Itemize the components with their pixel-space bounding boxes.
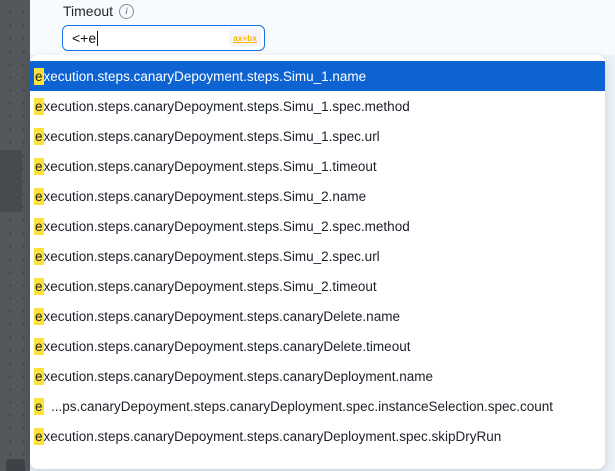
suggestion-option[interactable]: execution.steps.canaryDepoyment.steps.Si… [30, 91, 605, 121]
suggestion-option[interactable]: execution.steps.canaryDepoyment.steps.Si… [30, 151, 605, 181]
suggestion-option[interactable]: e ...ps.canaryDepoyment.steps.canaryDepl… [30, 391, 605, 421]
suggestion-text: ...ps.canaryDepoyment.steps.canaryDeploy… [44, 399, 554, 414]
timeout-input-value: <+e [72, 30, 96, 46]
suggestion-text: xecution.steps.canaryDepoyment.steps.can… [44, 339, 411, 354]
suggestion-option[interactable]: execution.steps.canaryDepoyment.steps.Si… [30, 271, 605, 301]
match-highlight: e [34, 278, 44, 295]
suggestion-option[interactable]: execution.steps.canaryDepoyment.steps.ca… [30, 331, 605, 361]
expression-type-badge[interactable]: ax+bx [229, 29, 261, 47]
suggestion-option[interactable]: execution.steps.canaryDepoyment.steps.ca… [30, 301, 605, 331]
suggestion-text: xecution.steps.canaryDepoyment.steps.Sim… [44, 129, 380, 144]
canvas-block [0, 150, 22, 212]
suggestion-option[interactable]: execution.steps.canaryDepoyment.steps.ca… [30, 421, 605, 451]
match-highlight: e [34, 248, 44, 265]
suggestion-text: xecution.steps.canaryDepoyment.steps.can… [44, 369, 433, 384]
timeout-field-label-row: Timeout i [63, 3, 134, 19]
timeout-field-label: Timeout [63, 3, 113, 19]
match-highlight: e [34, 338, 44, 355]
match-highlight: e [34, 98, 44, 115]
expression-suggestions-dropdown: execution.steps.canaryDepoyment.steps.Si… [30, 55, 605, 469]
suggestion-option[interactable]: execution.steps.canaryDepoyment.steps.ca… [30, 361, 605, 391]
match-highlight: e [34, 428, 44, 445]
pipeline-canvas-strip[interactable] [0, 0, 30, 471]
suggestion-text: xecution.steps.canaryDepoyment.steps.Sim… [44, 189, 367, 204]
match-highlight: e [34, 398, 44, 415]
match-highlight: e [34, 128, 44, 145]
info-icon[interactable]: i [119, 4, 134, 19]
suggestion-text: xecution.steps.canaryDepoyment.steps.Sim… [44, 159, 377, 174]
timeout-input[interactable]: <+e ax+bx [62, 25, 265, 51]
suggestion-text: xecution.steps.canaryDepoyment.steps.can… [44, 309, 400, 324]
suggestion-text: xecution.steps.canaryDepoyment.steps.can… [44, 429, 502, 444]
text-cursor [97, 31, 98, 46]
match-highlight: e [34, 68, 44, 85]
suggestion-option[interactable]: execution.steps.canaryDepoyment.steps.Si… [30, 121, 605, 151]
screen: Timeout i <+e ax+bx execution.steps.cana… [0, 0, 615, 471]
match-highlight: e [34, 308, 44, 325]
match-highlight: e [34, 218, 44, 235]
suggestion-text: xecution.steps.canaryDepoyment.steps.Sim… [44, 219, 410, 234]
suggestion-option[interactable]: execution.steps.canaryDepoyment.steps.Si… [30, 61, 605, 91]
suggestion-text: xecution.steps.canaryDepoyment.steps.Sim… [44, 279, 377, 294]
match-highlight: e [34, 188, 44, 205]
suggestion-option[interactable]: execution.steps.canaryDepoyment.steps.Si… [30, 211, 605, 241]
suggestion-text: xecution.steps.canaryDepoyment.steps.Sim… [44, 249, 380, 264]
canvas-node [6, 459, 25, 471]
suggestion-text: xecution.steps.canaryDepoyment.steps.Sim… [44, 69, 367, 84]
suggestion-option[interactable]: execution.steps.canaryDepoyment.steps.Si… [30, 181, 605, 211]
suggestion-text: xecution.steps.canaryDepoyment.steps.Sim… [44, 99, 410, 114]
match-highlight: e [34, 158, 44, 175]
match-highlight: e [34, 368, 44, 385]
suggestion-option[interactable]: execution.steps.canaryDepoyment.steps.Si… [30, 241, 605, 271]
